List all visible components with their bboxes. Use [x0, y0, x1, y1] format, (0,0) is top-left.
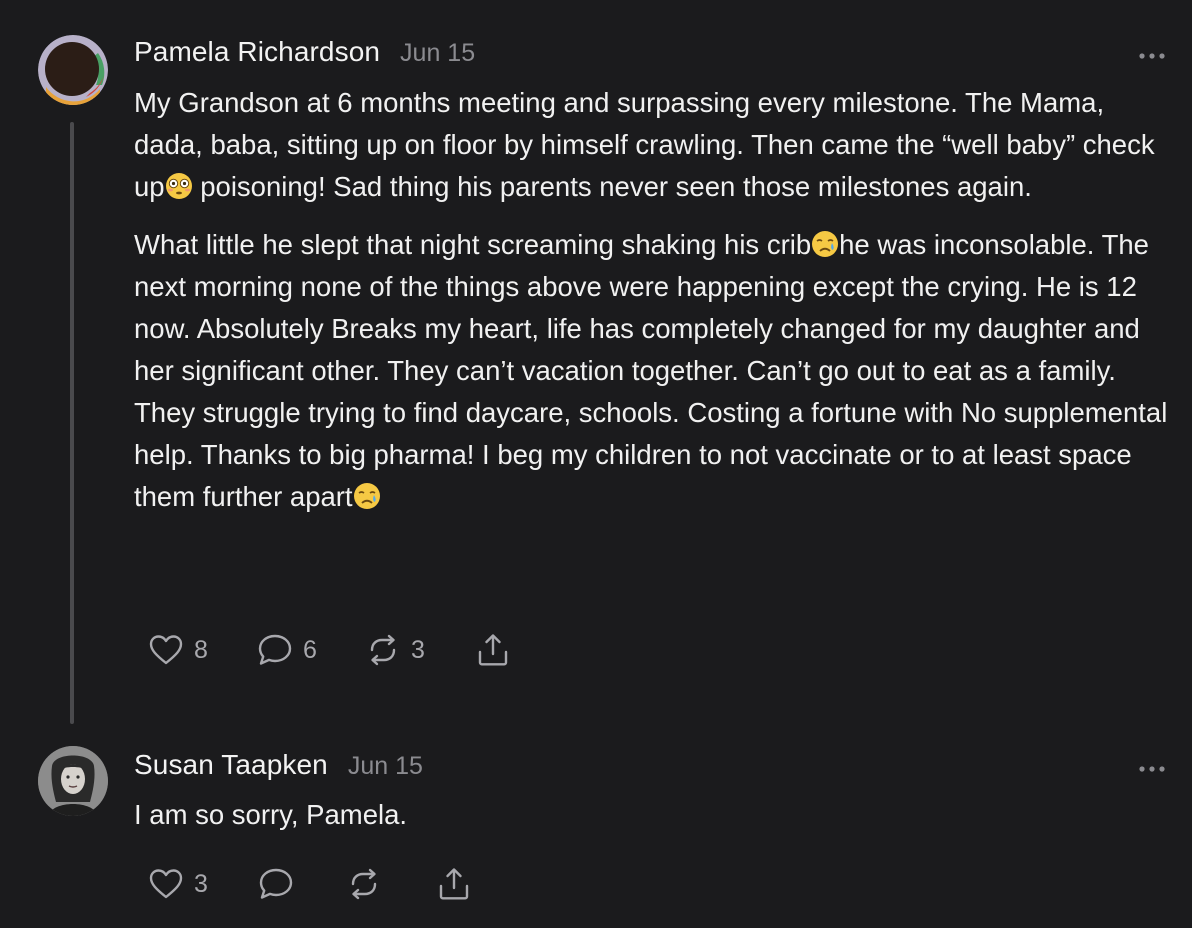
- like-count: 3: [194, 869, 208, 898]
- more-icon: [1139, 766, 1165, 772]
- comment-paragraph: What little he slept that night screamin…: [134, 224, 1174, 518]
- comment-date[interactable]: Jun 15: [348, 752, 423, 781]
- like-count: 8: [194, 635, 208, 664]
- avatar-image: [38, 35, 108, 105]
- like-button[interactable]: 3: [148, 868, 258, 900]
- crying-face-icon: [811, 228, 839, 257]
- share-button[interactable]: [475, 632, 511, 668]
- comment: Susan Taapken Jun 15 I am so sorry, Pame…: [0, 728, 1192, 928]
- heart-icon: [149, 635, 183, 665]
- more-icon: [1139, 53, 1165, 59]
- more-options-button[interactable]: [1138, 48, 1166, 59]
- avatar-image: [38, 746, 108, 816]
- repost-icon: [370, 634, 396, 666]
- flushed-face-icon: [165, 170, 193, 199]
- comment-header: Pamela Richardson Jun 15: [134, 36, 475, 68]
- paragraph-text: What little he slept that night screamin…: [134, 229, 812, 260]
- thread-line: [70, 122, 74, 724]
- repost-icon: [351, 868, 377, 900]
- reply-count: 6: [303, 635, 317, 664]
- comment-icon: [259, 868, 293, 899]
- comment-header: Susan Taapken Jun 15: [134, 749, 423, 781]
- paragraph-text: poisoning! Sad thing his parents never s…: [192, 171, 1032, 202]
- paragraph-text: he was inconsolable. The next morning no…: [134, 229, 1168, 512]
- comment-body: I am so sorry, Pamela.: [134, 794, 1174, 836]
- comment-paragraph: My Grandson at 6 months meeting and surp…: [134, 82, 1174, 208]
- reply-button[interactable]: [258, 867, 346, 901]
- more-options-button[interactable]: [1138, 761, 1166, 772]
- author-name[interactable]: Pamela Richardson: [134, 36, 380, 68]
- repost-button[interactable]: 3: [365, 633, 475, 667]
- comment-body: My Grandson at 6 months meeting and surp…: [134, 82, 1174, 518]
- author-name[interactable]: Susan Taapken: [134, 749, 328, 781]
- action-bar: 3: [148, 864, 472, 904]
- crying-face-icon: [353, 480, 381, 509]
- share-icon: [478, 634, 508, 666]
- comment: Pamela Richardson Jun 15 My Grandson at …: [0, 0, 1192, 728]
- repost-button[interactable]: [346, 867, 436, 901]
- avatar[interactable]: [38, 35, 108, 105]
- comment-paragraph: I am so sorry, Pamela.: [134, 799, 408, 830]
- repost-count: 3: [411, 635, 425, 664]
- comment-date[interactable]: Jun 15: [400, 39, 475, 68]
- heart-icon: [149, 869, 183, 899]
- reply-button[interactable]: 6: [257, 633, 365, 667]
- like-button[interactable]: 8: [148, 634, 257, 666]
- action-bar: 8 6 3: [148, 630, 511, 670]
- comment-icon: [258, 634, 292, 665]
- share-icon: [439, 868, 469, 900]
- share-button[interactable]: [436, 866, 472, 902]
- avatar[interactable]: [38, 746, 108, 816]
